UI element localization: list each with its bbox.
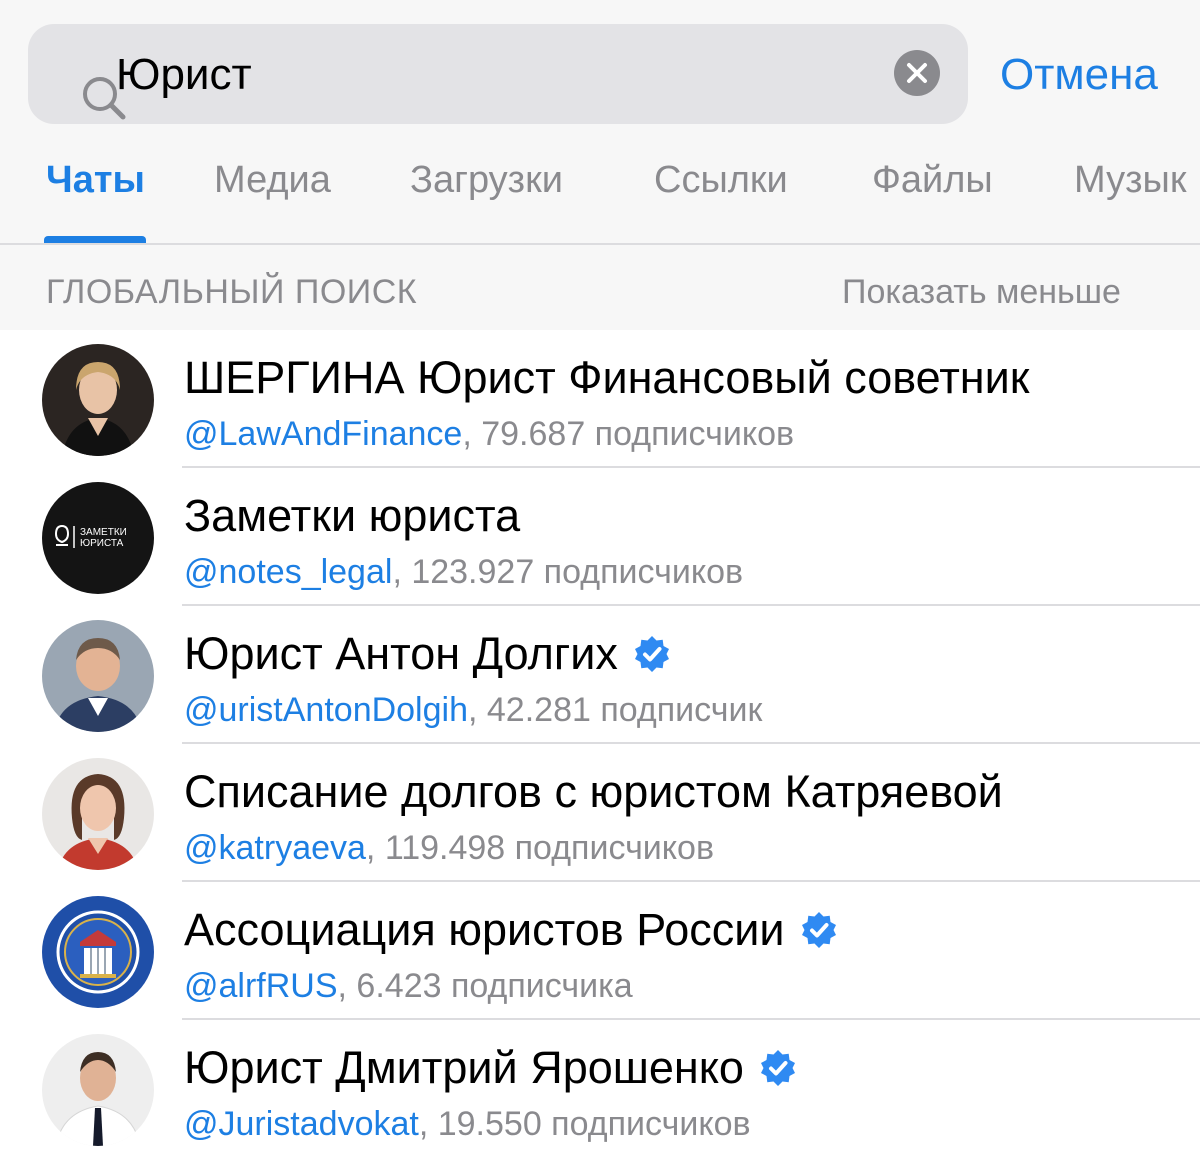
channel-handle[interactable]: @uristAntonDolgih (184, 691, 468, 729)
search-header: Отмена Чаты Медиа Загрузки Ссылки Файлы … (0, 0, 1200, 330)
search-input[interactable] (116, 44, 856, 106)
man-portrait-avatar (42, 620, 154, 732)
section-title: ГЛОБАЛЬНЫЙ ПОИСК (46, 273, 418, 311)
tab-chats[interactable]: Чаты (46, 158, 145, 202)
result-title: Юрист Антон Долгих (184, 628, 672, 680)
divider (0, 243, 1200, 245)
result-subtitle: @LawAndFinance, 79.687 подписчиков (184, 414, 794, 454)
result-title: Списание долгов с юристом Катряевой (184, 766, 1003, 817)
clear-search-button[interactable] (894, 50, 940, 96)
channel-handle[interactable]: @LawAndFinance (184, 415, 462, 453)
list-item[interactable]: ЗАМЕТКИ ЮРИСТА Заметки юриста @notes_leg… (0, 468, 1200, 606)
svg-text:ЗАМЕТКИ: ЗАМЕТКИ (80, 527, 127, 538)
subscriber-count: , 6.423 подписчика (337, 967, 633, 1005)
notes-logo-avatar: ЗАМЕТКИ ЮРИСТА (42, 482, 154, 594)
show-less-button[interactable]: Показать меньше (842, 272, 1121, 312)
result-subtitle: @Juristadvokat, 19.550 подписчиков (184, 1104, 751, 1144)
result-title: Ассоциация юристов России (184, 904, 839, 956)
result-subtitle: @alrfRUS, 6.423 подписчика (184, 966, 633, 1006)
channel-handle[interactable]: @katryaeva (184, 829, 366, 867)
list-item[interactable]: Юрист Дмитрий Ярошенко @Juristadvokat, 1… (0, 1020, 1200, 1158)
man-portrait-avatar (42, 1034, 154, 1146)
association-emblem-avatar (42, 896, 154, 1008)
list-item[interactable]: Списание долгов с юристом Катряевой @kat… (0, 744, 1200, 882)
tab-links[interactable]: Ссылки (654, 158, 788, 202)
close-icon (907, 63, 927, 83)
svg-text:ЮРИСТА: ЮРИСТА (80, 538, 124, 549)
tab-downloads[interactable]: Загрузки (410, 158, 563, 202)
result-title: ШЕРГИНА Юрист Финансовый советник (184, 352, 1030, 403)
subscriber-count: , 19.550 подписчиков (418, 1105, 751, 1143)
result-title: Юрист Дмитрий Ярошенко (184, 1042, 798, 1094)
tab-files[interactable]: Файлы (872, 158, 993, 202)
tab-media[interactable]: Медиа (214, 158, 331, 202)
subscriber-count: , 123.927 подписчиков (392, 553, 744, 591)
result-title: Заметки юриста (184, 490, 521, 541)
list-item[interactable]: Юрист Антон Долгих @uristAntonDolgih, 42… (0, 606, 1200, 744)
subscriber-count: , 79.687 подписчиков (462, 415, 795, 453)
channel-handle[interactable]: @Juristadvokat (184, 1105, 419, 1143)
channel-handle[interactable]: @alrfRUS (184, 967, 338, 1005)
tab-music[interactable]: Музык (1074, 158, 1186, 202)
verified-icon (801, 912, 836, 949)
verified-icon (634, 636, 669, 673)
result-subtitle: @notes_legal, 123.927 подписчиков (184, 552, 743, 592)
search-tabs: Чаты Медиа Загрузки Ссылки Файлы Музык (0, 140, 1200, 244)
subscriber-count: , 119.498 подписчиков (365, 829, 715, 867)
woman-portrait-avatar (42, 758, 154, 870)
result-subtitle: @katryaeva, 119.498 подписчиков (184, 828, 714, 868)
channel-handle[interactable]: @notes_legal (184, 553, 392, 591)
verified-icon (760, 1050, 795, 1087)
result-subtitle: @uristAntonDolgih, 42.281 подписчик (184, 690, 762, 730)
subscriber-count: , 42.281 подписчик (468, 691, 763, 729)
list-item[interactable]: ШЕРГИНА Юрист Финансовый советник @LawAn… (0, 330, 1200, 468)
cancel-button[interactable]: Отмена (1000, 50, 1158, 100)
woman-portrait-avatar (42, 344, 154, 456)
list-item[interactable]: Ассоциация юристов России @alrfRUS, 6.42… (0, 882, 1200, 1020)
